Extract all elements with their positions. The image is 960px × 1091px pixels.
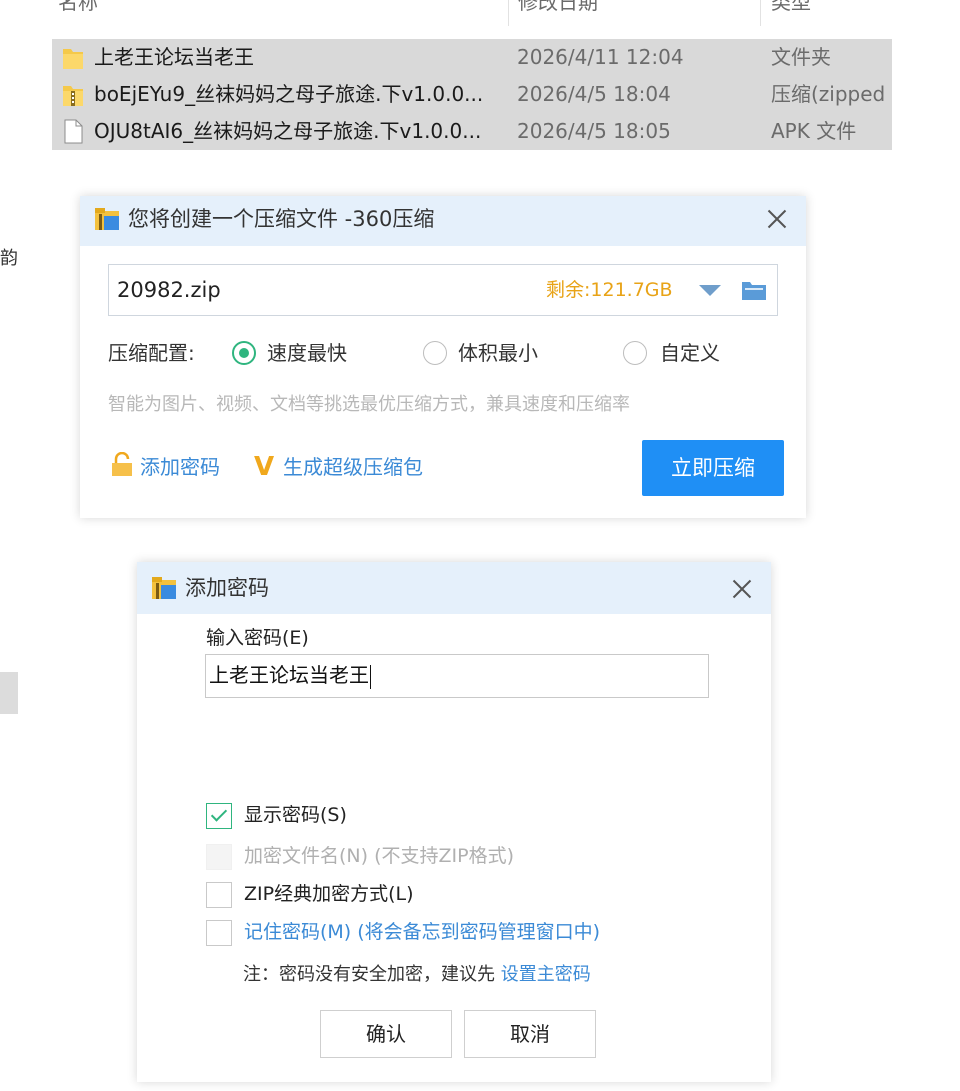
compression-description: 智能为图片、视频、文档等挑选最优压缩方式，兼具速度和压缩率	[108, 394, 630, 415]
password-input[interactable]: 上老王论坛当老王	[205, 654, 709, 698]
radio-fastest[interactable]	[232, 341, 256, 365]
security-note-text: 注：密码没有安全加密，建议先	[243, 964, 495, 985]
column-header-name[interactable]: 名称	[58, 0, 98, 16]
remember-password-label[interactable]: 记住密码(M) (将会备忘到密码管理窗口中)	[244, 917, 600, 947]
security-note: 注：密码没有安全加密，建议先 设置主密码	[243, 960, 591, 990]
password-value: 上老王论坛当老王	[209, 663, 369, 687]
show-password-label[interactable]: 显示密码(S)	[244, 800, 347, 830]
add-password-link[interactable]: 添加密码	[140, 452, 220, 482]
dialog-title: 添加密码	[185, 576, 269, 600]
file-name: boEjEYu9_丝袜妈妈之母子旅途.下v1.0.0...	[94, 82, 484, 106]
file-modified: 2026/4/5 18:04	[517, 82, 671, 106]
lock-icon[interactable]	[110, 452, 134, 478]
column-divider[interactable]	[760, 0, 761, 26]
browse-folder-icon[interactable]	[741, 279, 767, 301]
partial-text: 韵	[0, 248, 18, 269]
chevron-down-icon[interactable]	[699, 285, 721, 296]
zip-folder-icon	[63, 86, 83, 106]
show-password-checkbox[interactable]	[206, 803, 232, 829]
radio-smallest-label[interactable]: 体积最小	[458, 338, 538, 368]
column-header-modified[interactable]: 修改日期	[518, 0, 598, 16]
file-name: OJU8tAI6_丝袜妈妈之母子旅途.下v1.0.0...	[94, 119, 482, 143]
dialog-titlebar[interactable]: 您将创建一个压缩文件 -360压缩	[80, 196, 806, 246]
archive-filename-value[interactable]: 20982.zip	[117, 265, 221, 315]
confirm-button[interactable]: 确认	[320, 1010, 452, 1058]
column-divider[interactable]	[508, 0, 509, 26]
radio-fastest-label[interactable]: 速度最快	[267, 338, 347, 368]
password-input-label: 输入密码(E)	[206, 627, 309, 649]
dialog-title: 您将创建一个压缩文件 -360压缩	[128, 207, 435, 231]
set-master-password-link[interactable]: 设置主密码	[501, 964, 591, 985]
zip-classic-encryption-label[interactable]: ZIP经典加密方式(L)	[244, 879, 414, 909]
radio-smallest[interactable]	[423, 341, 447, 365]
super-pack-link[interactable]: 生成超级压缩包	[283, 452, 423, 482]
column-header-row: 名称 修改日期 类型	[0, 0, 960, 20]
zip-classic-encryption-checkbox[interactable]	[206, 882, 232, 908]
file-modified: 2026/4/5 18:05	[517, 119, 671, 143]
compression-config-label: 压缩配置:	[108, 341, 195, 365]
360zip-app-icon	[95, 208, 119, 230]
remember-password-checkbox[interactable]	[206, 920, 232, 946]
add-password-dialog: 添加密码 输入密码(E) 上老王论坛当老王 显示密码(S) 加密文件名(N) (…	[137, 562, 771, 1082]
vip-icon: V	[254, 452, 275, 482]
cancel-button[interactable]: 取消	[464, 1010, 596, 1058]
file-icon	[64, 119, 83, 144]
free-space-label: 剩余:121.7GB	[546, 279, 673, 301]
file-row[interactable]: 上老王论坛当老王 2026/4/11 12:04 文件夹	[52, 39, 892, 76]
file-name: 上老王论坛当老王	[94, 45, 254, 69]
file-explorer-list: 名称 修改日期 类型 上老王论坛当老王 2026/4/11 12:04 文件夹 …	[0, 0, 960, 170]
file-type: 压缩(zipped	[771, 82, 886, 106]
compress-dialog: 您将创建一个压缩文件 -360压缩 20982.zip 剩余:121.7GB 压…	[80, 196, 806, 518]
column-header-type[interactable]: 类型	[771, 0, 811, 16]
file-modified: 2026/4/11 12:04	[517, 45, 684, 69]
file-type: 文件夹	[771, 45, 831, 69]
radio-custom-label[interactable]: 自定义	[660, 338, 720, 368]
compress-now-button[interactable]: 立即压缩	[642, 440, 784, 496]
archive-filename-field[interactable]: 20982.zip 剩余:121.7GB	[108, 264, 778, 316]
dialog-titlebar[interactable]: 添加密码	[137, 562, 771, 614]
file-type: APK 文件	[771, 119, 857, 143]
360zip-app-icon	[152, 577, 176, 599]
file-row[interactable]: boEjEYu9_丝袜妈妈之母子旅途.下v1.0.0... 2026/4/5 1…	[52, 76, 892, 113]
folder-icon	[63, 49, 83, 69]
text-caret	[370, 664, 371, 689]
encrypt-filename-checkbox	[206, 844, 232, 870]
close-icon[interactable]	[760, 202, 794, 236]
file-row[interactable]: OJU8tAI6_丝袜妈妈之母子旅途.下v1.0.0... 2026/4/5 1…	[52, 113, 892, 150]
encrypt-filename-label: 加密文件名(N) (不支持ZIP格式)	[244, 845, 514, 867]
close-icon[interactable]	[725, 572, 759, 606]
scrollbar-thumb[interactable]	[0, 672, 18, 714]
radio-custom[interactable]	[623, 341, 647, 365]
